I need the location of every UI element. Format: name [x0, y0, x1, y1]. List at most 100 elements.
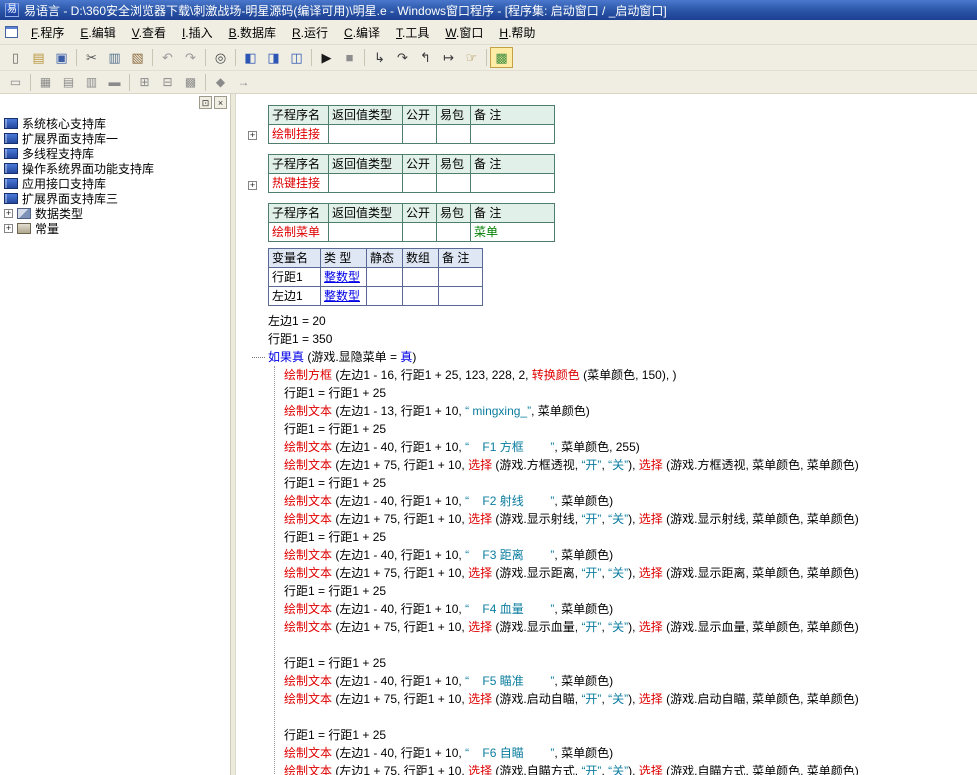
menu-item-2[interactable]: V.查看 — [124, 20, 174, 45]
new-window-button[interactable]: ▭ — [4, 72, 27, 93]
stop-button[interactable]: ■ — [338, 47, 361, 68]
code-line[interactable] — [284, 708, 977, 726]
bookmark-button[interactable]: ◆ — [209, 72, 232, 93]
table-cell[interactable]: 绘制菜单 — [269, 223, 329, 242]
tree-item-5[interactable]: 扩展界面支持库三 — [4, 191, 230, 206]
code-line[interactable]: 行距1 = 350 — [236, 330, 977, 348]
code-line[interactable]: 如果真 (游戏.显隐菜单 = 真) — [236, 348, 977, 366]
delete-rows-button[interactable]: ▬ — [103, 72, 126, 93]
tree-expand-icon[interactable]: + — [4, 224, 13, 233]
code-line[interactable]: 行距1 = 行距1 + 25 — [284, 384, 977, 402]
code-line[interactable]: 绘制文本 (左边1 - 13, 行距1 + 10, “ mingxing_”, … — [284, 402, 977, 420]
view-split-button[interactable]: ◫ — [285, 47, 308, 68]
tree-item-7[interactable]: +常量 — [4, 221, 230, 236]
table-cell[interactable] — [437, 223, 471, 242]
find-button[interactable]: ◎ — [209, 47, 232, 68]
view-code-button[interactable]: ◨ — [262, 47, 285, 68]
tree-item-2[interactable]: 多线程支持库 — [4, 146, 230, 161]
code-line[interactable]: 绘制方框 (左边1 - 16, 行距1 + 25, 123, 228, 2, 转… — [284, 366, 977, 384]
table-borders-button[interactable]: ▩ — [179, 72, 202, 93]
step-over-button[interactable]: ↷ — [391, 47, 414, 68]
table-cell[interactable]: 行距1 — [269, 268, 321, 287]
table-cell[interactable]: 菜单 — [471, 223, 555, 242]
code-line[interactable]: 绘制文本 (左边1 - 40, 行距1 + 10, “ F2 射线 ”, 菜单颜… — [284, 492, 977, 510]
code-line[interactable] — [284, 636, 977, 654]
pin-panel-button[interactable]: ⊡ — [199, 96, 212, 109]
goto-line-button[interactable]: → — [232, 72, 255, 93]
code-line[interactable]: 绘制文本 (左边1 + 75, 行距1 + 10, 选择 (游戏.显示距离, “… — [284, 564, 977, 582]
table-cell[interactable] — [437, 125, 471, 144]
table-cell[interactable] — [403, 223, 437, 242]
code-line[interactable]: 绘制文本 (左边1 - 40, 行距1 + 10, “ F1 方框 ”, 菜单颜… — [284, 438, 977, 456]
table-cell[interactable] — [403, 125, 437, 144]
code-line[interactable]: 绘制文本 (左边1 - 40, 行距1 + 10, “ F3 距离 ”, 菜单颜… — [284, 546, 977, 564]
menu-item-8[interactable]: W.窗口 — [437, 20, 491, 45]
tree-expand-icon[interactable]: + — [4, 209, 13, 218]
table-cell[interactable] — [329, 223, 403, 242]
table-cell[interactable]: 热键挂接 — [269, 174, 329, 193]
copy-button[interactable]: ▥ — [103, 47, 126, 68]
code-line[interactable]: 行距1 = 行距1 + 25 — [284, 420, 977, 438]
table-cell[interactable] — [403, 287, 439, 306]
redo-button[interactable]: ↷ — [179, 47, 202, 68]
merge-cells-button[interactable]: ⊞ — [133, 72, 156, 93]
paste-button[interactable]: ▧ — [126, 47, 149, 68]
code-line[interactable]: 绘制文本 (左边1 + 75, 行距1 + 10, 选择 (游戏.显示血量, “… — [284, 618, 977, 636]
run-to-cursor-button[interactable]: ↦ — [437, 47, 460, 68]
table-cell[interactable] — [439, 287, 483, 306]
code-line[interactable]: 绘制文本 (左边1 + 75, 行距1 + 10, 选择 (游戏.自瞄方式, “… — [284, 762, 977, 775]
static-compile-button[interactable]: ▩ — [490, 47, 513, 68]
menu-item-4[interactable]: B.数据库 — [221, 20, 284, 45]
document-icon[interactable] — [5, 26, 18, 38]
table-cell[interactable] — [329, 125, 403, 144]
table-cell[interactable]: 绘制挂接 — [269, 125, 329, 144]
tree-item-0[interactable]: 系统核心支持库 — [4, 116, 230, 131]
code-line[interactable]: 绘制文本 (左边1 - 40, 行距1 + 10, “ F6 自瞄 ”, 菜单颜… — [284, 744, 977, 762]
collapsed-sub-expander-icon[interactable]: + — [248, 131, 257, 140]
table-cell[interactable] — [367, 268, 403, 287]
insert-col-button[interactable]: ▥ — [80, 72, 103, 93]
cut-button[interactable]: ✂ — [80, 47, 103, 68]
table-cell[interactable] — [437, 174, 471, 193]
open-file-button[interactable]: ▤ — [27, 47, 50, 68]
menu-item-9[interactable]: H.帮助 — [491, 20, 543, 45]
table-cell[interactable]: 左边1 — [269, 287, 321, 306]
table-cell[interactable] — [367, 287, 403, 306]
table-cell[interactable]: 整数型 — [321, 287, 367, 306]
code-line[interactable]: 行距1 = 行距1 + 25 — [284, 528, 977, 546]
code-editor[interactable]: 子程序名返回值类型公开易包备 注绘制挂接子程序名返回值类型公开易包备 注热键挂接… — [236, 94, 977, 775]
table-cell[interactable] — [471, 174, 555, 193]
tree-item-1[interactable]: 扩展界面支持库一 — [4, 131, 230, 146]
undo-button[interactable]: ↶ — [156, 47, 179, 68]
table-cell[interactable] — [329, 174, 403, 193]
save-button[interactable]: ▣ — [50, 47, 73, 68]
view-form-button[interactable]: ◧ — [239, 47, 262, 68]
new-file-button[interactable]: ▯ — [4, 47, 27, 68]
code-line[interactable]: 绘制文本 (左边1 - 40, 行距1 + 10, “ F4 血量 ”, 菜单颜… — [284, 600, 977, 618]
title-bar[interactable]: 易 易语言 - D:\360安全浏览器下载\刺激战场-明星源码(编译可用)\明星… — [0, 0, 977, 20]
step-into-button[interactable]: ↳ — [368, 47, 391, 68]
code-line[interactable]: 行距1 = 行距1 + 25 — [284, 474, 977, 492]
code-line[interactable]: 绘制文本 (左边1 + 75, 行距1 + 10, 选择 (游戏.显示射线, “… — [284, 510, 977, 528]
split-cells-button[interactable]: ⊟ — [156, 72, 179, 93]
code-line[interactable]: 绘制文本 (左边1 + 75, 行距1 + 10, 选择 (游戏.启动自瞄, “… — [284, 690, 977, 708]
insert-row-button[interactable]: ▤ — [57, 72, 80, 93]
attach-button[interactable]: ☞ — [460, 47, 483, 68]
table-cell[interactable] — [403, 268, 439, 287]
step-out-button[interactable]: ↰ — [414, 47, 437, 68]
menu-item-5[interactable]: R.运行 — [284, 20, 336, 45]
tree-item-6[interactable]: +数据类型 — [4, 206, 230, 221]
code-line[interactable]: 左边1 = 20 — [236, 312, 977, 330]
close-panel-button[interactable]: × — [214, 96, 227, 109]
code-line[interactable]: 绘制文本 (左边1 - 40, 行距1 + 10, “ F5 瞄准 ”, 菜单颜… — [284, 672, 977, 690]
code-line[interactable]: 行距1 = 行距1 + 25 — [284, 654, 977, 672]
menu-item-1[interactable]: E.编辑 — [72, 20, 123, 45]
tree-item-4[interactable]: 应用接口支持库 — [4, 176, 230, 191]
collapsed-sub-expander-icon[interactable]: + — [248, 181, 257, 190]
table-cell[interactable] — [403, 174, 437, 193]
code-line[interactable]: 绘制文本 (左边1 + 75, 行距1 + 10, 选择 (游戏.方框透视, “… — [284, 456, 977, 474]
run-button[interactable]: ▶ — [315, 47, 338, 68]
code-line[interactable]: 行距1 = 行距1 + 25 — [284, 726, 977, 744]
table-cell[interactable] — [439, 268, 483, 287]
menu-item-0[interactable]: F.程序 — [23, 20, 72, 45]
